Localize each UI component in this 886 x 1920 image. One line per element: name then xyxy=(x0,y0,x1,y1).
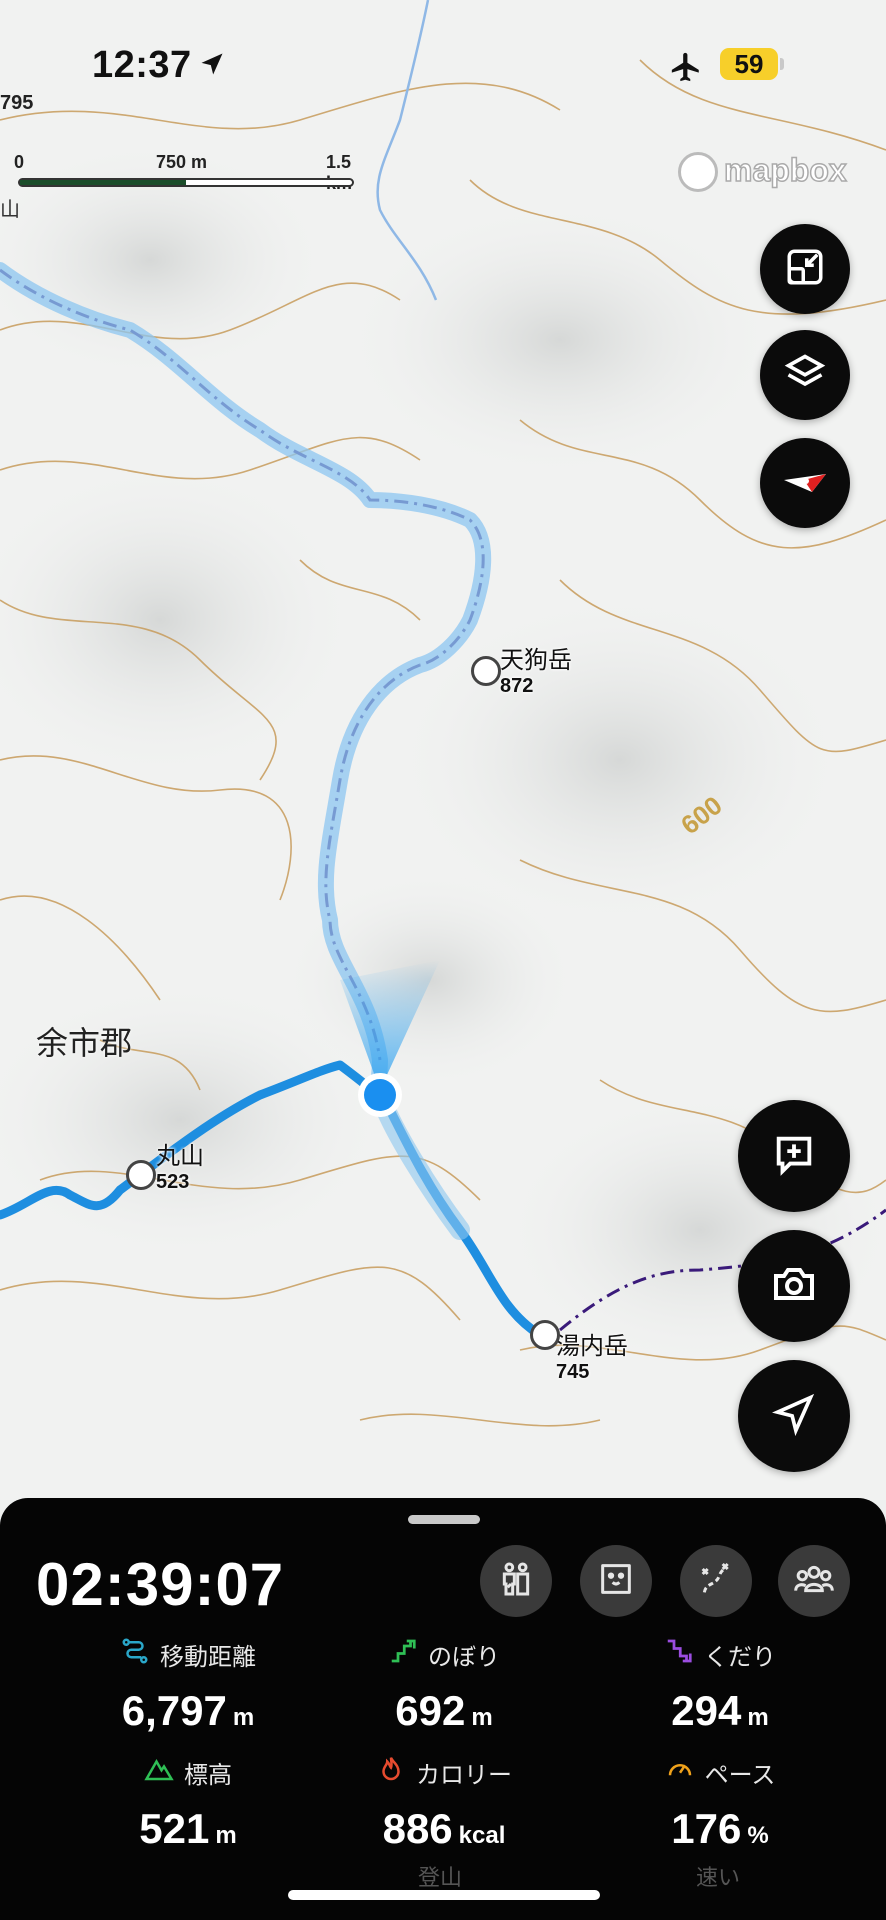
pace-status: 速い xyxy=(696,1865,741,1890)
layers-icon xyxy=(783,351,827,400)
fit-screen-button[interactable] xyxy=(760,224,850,314)
add-memo-icon xyxy=(771,1131,817,1182)
elapsed-timer: 02:39:07 xyxy=(36,1551,285,1618)
layers-button[interactable] xyxy=(760,330,850,420)
current-location-button[interactable] xyxy=(738,1360,850,1472)
route-icon xyxy=(696,1559,736,1604)
home-indicator[interactable] xyxy=(288,1890,600,1900)
stat-descent: くだり 294 m xyxy=(580,1636,860,1735)
stat-pace: ペース 176% xyxy=(580,1754,860,1853)
companion-icon xyxy=(496,1559,536,1604)
compass-button[interactable] xyxy=(760,438,850,528)
mapbox-logo[interactable]: mapbox xyxy=(676,148,872,196)
activity-panel[interactable]: 02:39:07 移動距離 6,797 m のぼり 692 m くだり 294 m 標… xyxy=(0,1498,886,1920)
peak-label-maruyama: 丸山 523 xyxy=(156,1143,204,1193)
battery-indicator: 59 xyxy=(720,48,778,80)
peak-marker-icon xyxy=(530,1320,560,1350)
peak-marker-icon xyxy=(126,1160,156,1190)
location-services-icon xyxy=(198,50,226,83)
descent-icon xyxy=(664,1636,694,1673)
camera-button[interactable] xyxy=(738,1230,850,1342)
route-button[interactable] xyxy=(680,1545,752,1617)
battery-cap xyxy=(780,58,784,70)
peak-label-yunaidake: 湯内岳 745 xyxy=(556,1333,628,1383)
drag-handle[interactable] xyxy=(408,1515,480,1524)
region-label: 余市郡 xyxy=(36,1025,133,1061)
group-icon xyxy=(792,1559,836,1604)
flame-icon xyxy=(376,1754,406,1791)
scale-bar-line xyxy=(18,178,354,187)
activity-type: 登山 xyxy=(418,1865,463,1890)
add-memo-button[interactable] xyxy=(738,1100,850,1212)
map-scale-bar: 0 750 m 1.5 km xyxy=(14,152,354,193)
scale-mid: 750 m xyxy=(156,152,208,172)
bear-alert-button[interactable] xyxy=(580,1545,652,1617)
bear-icon xyxy=(596,1559,636,1604)
stat-distance: 移動距離 6,797 m xyxy=(48,1636,328,1735)
scale-zero: 0 xyxy=(14,152,25,172)
mapbox-logo-icon xyxy=(678,152,718,192)
edge-place-label: 山 xyxy=(0,199,20,221)
group-button[interactable] xyxy=(778,1545,850,1617)
camera-icon xyxy=(770,1260,818,1313)
map-view[interactable]: 12:37 59 795 山 0 750 m 1.5 km mapbox 天狗岳… xyxy=(0,0,886,1500)
stat-calories: カロリー 886 kcal xyxy=(304,1754,584,1853)
peak-label-tengudake: 天狗岳 872 xyxy=(500,647,572,697)
speedometer-icon xyxy=(665,1754,695,1791)
stat-ascent: のぼり 692 m xyxy=(304,1636,584,1735)
fit-screen-icon xyxy=(784,246,826,293)
ascent-icon xyxy=(388,1636,418,1673)
status-bar: 12:37 59 xyxy=(0,40,886,90)
status-time: 12:37 xyxy=(92,44,192,86)
peak-marker-icon xyxy=(471,656,501,686)
stat-elevation: 標高 521 m xyxy=(48,1754,328,1853)
mapbox-logo-text: mapbox xyxy=(723,151,847,189)
scale-end: 1.5 km xyxy=(326,152,352,193)
airplane-mode-icon xyxy=(666,50,706,89)
compass-icon xyxy=(782,466,828,501)
edge-elevation-label: 795 xyxy=(0,92,34,114)
companion-button[interactable] xyxy=(480,1545,552,1617)
elevation-icon xyxy=(144,1754,174,1791)
distance-icon xyxy=(120,1636,150,1673)
location-arrow-icon xyxy=(771,1392,816,1441)
